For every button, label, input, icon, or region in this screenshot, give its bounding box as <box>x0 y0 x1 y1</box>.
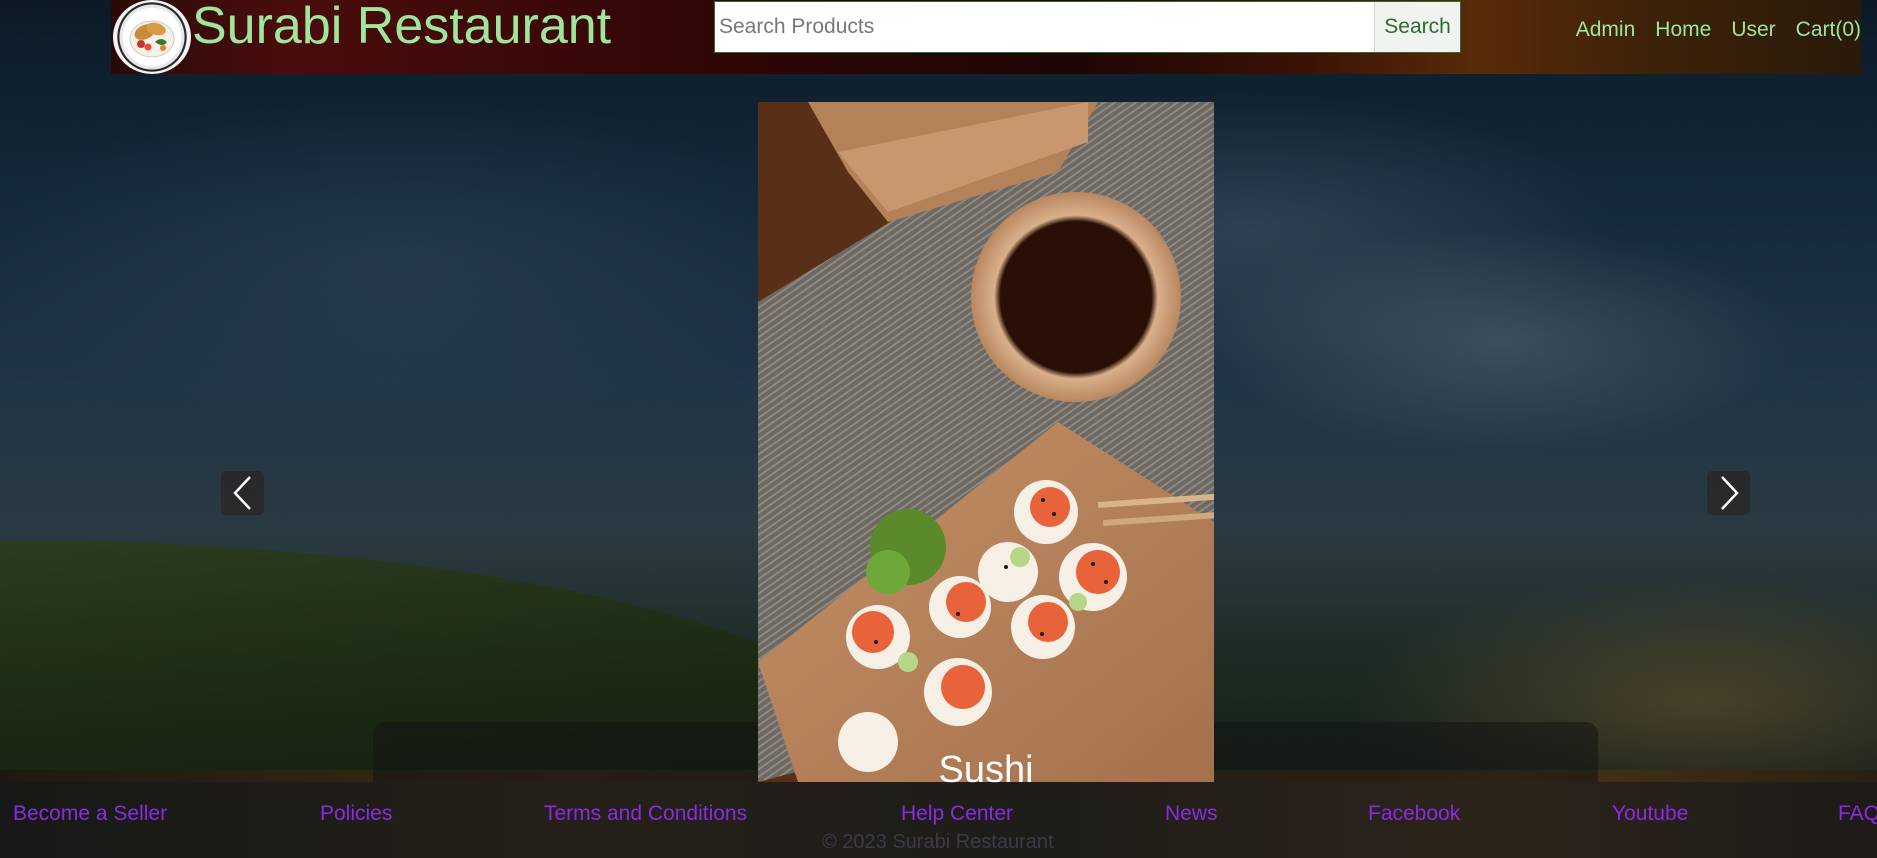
copyright-text: © 2023 Surabi Restaurant <box>822 831 1054 853</box>
top-nav: Admin Home User Cart(0) <box>1556 15 1861 45</box>
footer-link-news[interactable]: News <box>1165 799 1218 829</box>
search-button[interactable]: Search <box>1374 2 1460 52</box>
footer-link-faq[interactable]: FAQ <box>1838 799 1877 829</box>
footer-link-help-center[interactable]: Help Center <box>901 799 1013 829</box>
nav-admin[interactable]: Admin <box>1576 15 1636 45</box>
nav-user[interactable]: User <box>1731 15 1775 45</box>
chevron-right-icon <box>1720 476 1739 510</box>
nav-home[interactable]: Home <box>1655 15 1711 45</box>
footer-link-youtube[interactable]: Youtube <box>1612 799 1688 829</box>
brand-title[interactable]: Surabi Restaurant <box>192 0 611 54</box>
nav-cart[interactable]: Cart(0) <box>1796 15 1861 45</box>
footer: Become a Seller Policies Terms and Condi… <box>0 782 1877 858</box>
footer-link-policies[interactable]: Policies <box>320 799 392 829</box>
search-input[interactable] <box>715 2 1375 52</box>
footer-link-become-seller[interactable]: Become a Seller <box>13 799 167 829</box>
chevron-left-icon <box>232 476 251 510</box>
food-plate-icon[interactable] <box>113 0 191 74</box>
carousel-prev-button[interactable] <box>221 471 264 515</box>
carousel-next-button[interactable] <box>1707 471 1750 515</box>
search-bar: Search <box>714 1 1461 53</box>
footer-link-facebook[interactable]: Facebook <box>1368 799 1460 829</box>
footer-links: Become a Seller Policies Terms and Condi… <box>0 799 1877 829</box>
carousel-slide-image <box>758 102 1214 782</box>
footer-link-terms[interactable]: Terms and Conditions <box>544 799 747 829</box>
